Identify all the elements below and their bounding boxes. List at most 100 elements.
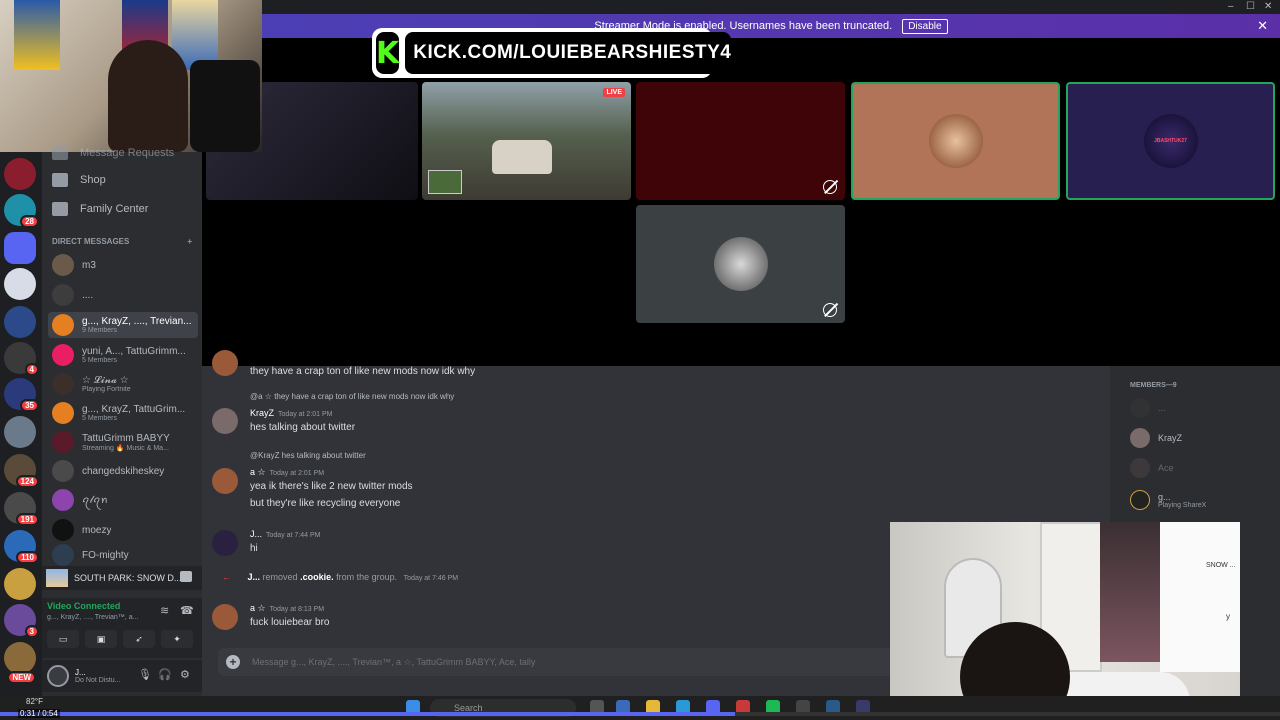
server-icon[interactable] <box>4 268 36 300</box>
server-icon[interactable] <box>4 416 36 448</box>
server-icon[interactable] <box>4 306 36 338</box>
message-author[interactable]: a ☆ <box>250 467 266 477</box>
weather-temp[interactable]: 82°F <box>26 697 43 706</box>
nav-label: Shop <box>80 174 106 186</box>
user-avatar[interactable] <box>47 665 69 687</box>
dm-item[interactable]: m3 <box>48 252 198 278</box>
wall-poster <box>14 0 60 70</box>
message-author[interactable]: KrayZ <box>250 408 274 418</box>
peek-text: y <box>1226 612 1230 621</box>
system-actor[interactable]: J... <box>248 572 261 582</box>
avatar <box>1130 428 1150 448</box>
server-icon[interactable]: 4 <box>4 342 39 376</box>
server-icon[interactable] <box>4 158 36 190</box>
group-avatar <box>52 402 74 424</box>
peek-text: SNOW ... <box>1206 562 1236 569</box>
add-attachment-icon[interactable]: + <box>226 655 240 669</box>
participant-avatar <box>928 114 983 168</box>
dm-item[interactable]: FO-mighty <box>48 542 198 568</box>
member-item[interactable]: KrayZ <box>1130 428 1182 448</box>
dm-item[interactable]: .... <box>48 282 198 308</box>
new-badge: NEW <box>7 671 36 684</box>
dm-item[interactable]: changedskiheskey <box>48 458 198 484</box>
headphones-icon[interactable]: 🎧 <box>158 668 172 681</box>
message-text: hes talking about twitter <box>250 422 356 433</box>
dm-name: changedskiheskey <box>82 465 165 477</box>
user-status: Do Not Distu... <box>75 677 121 684</box>
voice-channel-members: g..., KrayZ, ...., Trevian™, a... <box>47 614 139 621</box>
dm-item[interactable]: TattuGrimm BABYY Streaming 🔥 Music & Ma..… <box>48 429 198 455</box>
screen-share-button[interactable]: ▣ <box>85 630 117 648</box>
live-badge: LIVE <box>603 88 625 97</box>
server-icon[interactable]: 110 <box>4 530 39 564</box>
disconnect-icon[interactable]: ☎ <box>180 604 194 617</box>
avatar[interactable] <box>212 468 238 494</box>
reply-preview[interactable]: @a ☆ they have a crap ton of like new mo… <box>250 392 454 401</box>
screen-share-icon[interactable] <box>180 571 192 582</box>
participant-tile-orange[interactable] <box>851 82 1060 200</box>
server-icon[interactable]: 3 <box>4 604 39 638</box>
server-icon[interactable]: 191 <box>4 492 39 526</box>
reply-preview[interactable]: @KrayZ hes talking about twitter <box>250 451 366 460</box>
dm-item[interactable]: yuni, A..., TattuGrimm... 5 Members <box>48 342 198 368</box>
activity-bar[interactable]: SOUTH PARK: SNOW D... <box>42 566 202 590</box>
participant-avatar <box>713 237 768 291</box>
stream-tile-gta[interactable]: LIVE <box>422 82 631 200</box>
nav-label: Message Requests <box>80 147 175 159</box>
dm-item[interactable]: g..., KrayZ, TattuGrim... 5 Members <box>48 400 198 426</box>
message-composer[interactable]: + Message g..., KrayZ, ...., Trevian™, a… <box>218 648 894 676</box>
folder-icon[interactable] <box>4 232 36 264</box>
shop-link[interactable]: Shop <box>52 173 106 187</box>
user-panel: J... Do Not Distu... 🎙 🎧 ⚙ <box>42 660 202 692</box>
dm-item-selected[interactable]: g..., KrayZ, ...., Trevian... 9 Members <box>48 312 198 338</box>
dm-item[interactable]: moezy <box>48 517 198 543</box>
system-target[interactable]: .cookie. <box>300 572 334 582</box>
server-icon[interactable]: 28 <box>4 194 39 228</box>
avatar <box>52 373 74 395</box>
member-item[interactable]: g... Playing ShareX <box>1130 490 1206 510</box>
server-icon[interactable]: 124 <box>4 454 39 488</box>
dm-item[interactable]: ꪖ𝓁ꪖꪀ <box>48 487 198 513</box>
soundboard-button[interactable]: ✦ <box>161 630 193 648</box>
voice-panel: Video Connected g..., KrayZ, ...., Trevi… <box>42 598 202 658</box>
server-icon[interactable]: 35 <box>4 378 39 412</box>
video-progress-bar[interactable] <box>0 712 1280 716</box>
disable-streamer-mode-button[interactable]: Disable <box>902 18 948 34</box>
dm-sub: 9 Members <box>82 327 118 334</box>
system-message: ← J... removed .cookie. from the group. … <box>222 572 458 582</box>
minimize-icon[interactable]: – <box>1228 1 1234 12</box>
avatar <box>52 284 74 306</box>
dm-name: ☆ 𝓛𝓲𝓷𝓪 ☆ <box>82 375 129 386</box>
envelope-icon <box>52 146 68 160</box>
camera-button[interactable]: ▭ <box>47 630 79 648</box>
member-item[interactable]: ... <box>1130 398 1166 418</box>
member-item[interactable]: Ace <box>1130 458 1174 478</box>
call-stage: LIVE JBASHTUK27 <box>202 38 1280 366</box>
composer-placeholder[interactable]: Message g..., KrayZ, ...., Trevian™, a ☆… <box>252 657 535 668</box>
maximize-icon[interactable]: ☐ <box>1246 1 1255 12</box>
gaming-chair <box>190 60 260 152</box>
message-author[interactable]: J... <box>250 529 262 539</box>
settings-gear-icon[interactable]: ⚙ <box>180 668 190 681</box>
participant-tile-gray[interactable] <box>636 205 845 323</box>
server-icon[interactable] <box>4 568 36 600</box>
server-icon[interactable]: NEW <box>4 642 36 684</box>
message-requests-link[interactable]: Message Requests <box>52 146 174 160</box>
avatar[interactable] <box>212 530 238 556</box>
family-center-link[interactable]: Family Center <box>52 202 148 216</box>
dm-item[interactable]: ☆ 𝓛𝓲𝓷𝓪 ☆ Playing Fortnite <box>48 371 198 397</box>
create-dm-button[interactable]: + <box>187 237 192 246</box>
mention-badge: 191 <box>15 513 39 526</box>
close-banner-icon[interactable]: ✕ <box>1257 18 1268 34</box>
activity-button[interactable]: ➶ <box>123 630 155 648</box>
participant-tile-navy[interactable]: JBASHTUK27 <box>1066 82 1275 200</box>
avatar[interactable] <box>212 408 238 434</box>
close-window-icon[interactable]: ✕ <box>1264 1 1272 12</box>
noise-suppression-icon[interactable]: ≋ <box>160 604 169 617</box>
avatar <box>52 519 74 541</box>
avatar <box>52 431 74 453</box>
avatar[interactable] <box>212 604 238 630</box>
message-author[interactable]: a ☆ <box>250 603 266 613</box>
microphone-icon[interactable]: 🎙 <box>138 668 152 681</box>
participant-tile-red[interactable] <box>636 82 845 200</box>
